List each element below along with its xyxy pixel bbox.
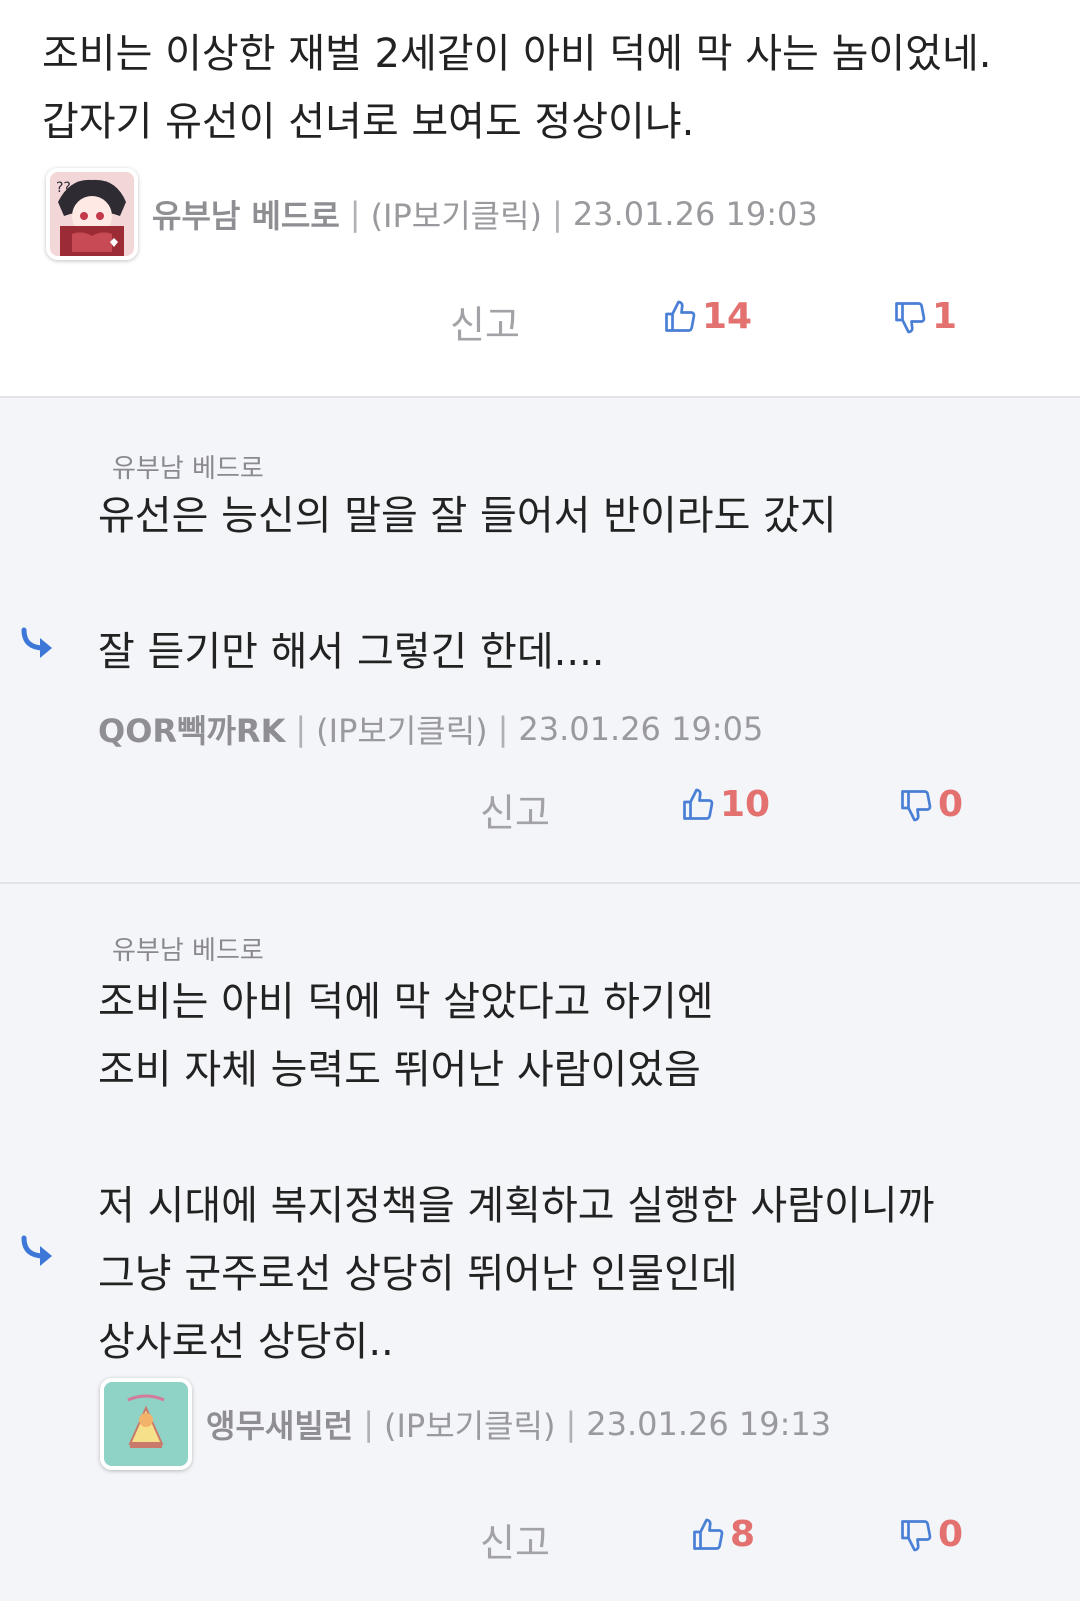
comment-body: 조비는 아비 덕에 막 살았다고 하기엔 조비 자체 능력도 뛰어난 사람이었음…: [98, 979, 935, 1365]
downvote-button[interactable]: 1: [892, 296, 957, 337]
timestamp: 23.01.26 19:05: [518, 710, 764, 748]
report-button[interactable]: 신고: [480, 782, 550, 837]
comment-body: 조비는 이상한 재벌 2세같이 아비 덕에 막 사는 놈이었네. 갑자기 유선이…: [42, 31, 992, 145]
meta-separator: |: [349, 195, 361, 233]
report-button[interactable]: 신고: [450, 294, 520, 349]
comment-meta: 앵무새빌런 | (IP보기클릭) | 23.01.26 19:13: [100, 1378, 831, 1470]
upvote-count: 10: [720, 784, 771, 825]
upvote-button[interactable]: 8: [690, 1514, 755, 1555]
ip-view-link[interactable]: (IP보기클릭): [371, 191, 542, 237]
upvote-button[interactable]: 14: [662, 296, 752, 337]
reply-arrow-icon: [21, 627, 52, 658]
report-button[interactable]: 신고: [480, 1512, 550, 1567]
thumbs-down-icon: [901, 789, 932, 821]
reply-arrow-icon: [21, 1235, 52, 1266]
comment-actions: 신고 8 0: [0, 1512, 1080, 1565]
reply-parent-name[interactable]: 유부남 베드로: [112, 930, 264, 967]
ip-view-link[interactable]: (IP보기클릭): [316, 706, 487, 752]
comment-1: 조비는 이상한 재벌 2세같이 아비 덕에 막 사는 놈이었네. 갑자기 유선이…: [0, 0, 1080, 398]
avatar[interactable]: ??: [46, 168, 138, 260]
downvote-button[interactable]: 0: [898, 1514, 963, 1555]
comment-actions: 신고 10 0: [0, 782, 1080, 835]
comment-meta: QOR빽까RK | (IP보기클릭) | 23.01.26 19:05: [98, 706, 763, 752]
thumbs-down-icon: [895, 301, 926, 333]
reply-parent-name[interactable]: 유부남 베드로: [112, 448, 264, 485]
upvote-count: 8: [730, 1514, 756, 1555]
comment-meta: ?? 유부남 베드로 | (IP보기클릭) | 23.01.26 19:03: [46, 168, 818, 260]
meta-separator: |: [497, 710, 509, 748]
meta-separator: |: [565, 1405, 577, 1443]
comment-body: 유선은 능신의 말을 잘 들어서 반이라도 갔지 잘 듣기만 해서 그렇긴 한데…: [98, 493, 837, 675]
upvote-button[interactable]: 10: [680, 784, 770, 825]
downvote-count: 0: [938, 1514, 964, 1555]
downvote-count: 0: [938, 784, 964, 825]
thumbs-up-icon: [683, 788, 714, 820]
ip-view-link[interactable]: (IP보기클릭): [384, 1401, 555, 1447]
thumbs-down-icon: [901, 1519, 932, 1551]
comment-3: 유부남 베드로 조비는 아비 덕에 막 살았다고 하기엔 조비 자체 능력도 뛰…: [0, 884, 1080, 1599]
meta-separator: |: [363, 1405, 374, 1443]
comment-actions: 신고 14 1: [0, 294, 1080, 347]
nickname[interactable]: QOR빽까RK: [98, 706, 285, 752]
svg-text:??: ??: [56, 180, 71, 196]
upvote-count: 14: [702, 296, 753, 337]
thumbs-up-icon: [665, 300, 696, 332]
downvote-count: 1: [932, 296, 958, 337]
thumbs-up-icon: [693, 1518, 724, 1550]
comment-2: 유부남 베드로 유선은 능신의 말을 잘 들어서 반이라도 갔지 잘 듣기만 해…: [0, 398, 1080, 884]
meta-separator: |: [552, 195, 563, 233]
nickname[interactable]: 유부남 베드로: [152, 191, 340, 237]
avatar[interactable]: [100, 1378, 192, 1470]
meta-separator: |: [295, 710, 307, 748]
timestamp: 23.01.26 19:13: [586, 1405, 832, 1443]
timestamp: 23.01.26 19:03: [572, 195, 818, 233]
downvote-button[interactable]: 0: [898, 784, 963, 825]
nickname[interactable]: 앵무새빌런: [206, 1401, 353, 1447]
